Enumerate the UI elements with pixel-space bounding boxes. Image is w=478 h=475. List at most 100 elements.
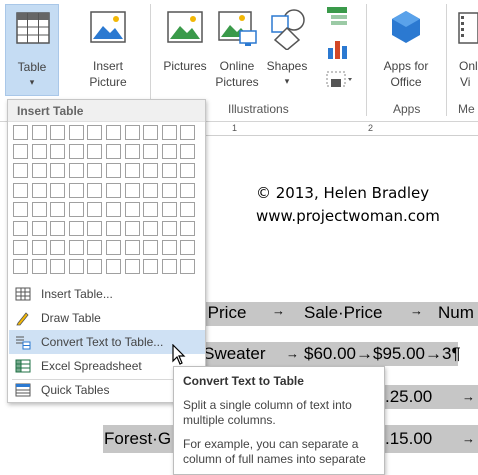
grid-cell[interactable] [13, 259, 28, 275]
grid-cell[interactable] [50, 221, 66, 236]
menu-item-insert-table[interactable]: Insert Table... [9, 282, 205, 306]
grid-cell[interactable] [161, 125, 177, 140]
grid-cell[interactable] [31, 201, 47, 217]
grid-cell[interactable] [143, 182, 159, 198]
grid-cell[interactable] [87, 163, 103, 179]
grid-cell[interactable] [31, 240, 47, 256]
grid-cell[interactable] [106, 163, 121, 179]
grid-cell[interactable] [31, 144, 47, 160]
grid-cell[interactable] [106, 144, 121, 160]
grid-cell[interactable] [161, 201, 177, 217]
grid-cell[interactable] [124, 182, 140, 198]
grid-cell[interactable] [143, 221, 159, 236]
grid-cell[interactable] [68, 240, 84, 256]
grid-cell[interactable] [50, 259, 66, 275]
grid-cell[interactable] [87, 125, 103, 140]
grid-cell[interactable] [31, 259, 47, 275]
online-pictures-button[interactable]: Online Pictures [212, 0, 262, 96]
grid-cell[interactable] [180, 125, 196, 140]
screenshot-button[interactable] [324, 70, 356, 94]
grid-cell[interactable] [31, 221, 47, 236]
grid-cell[interactable] [13, 144, 28, 160]
grid-cell[interactable] [50, 240, 66, 256]
grid-cell[interactable] [180, 259, 196, 275]
grid-cell[interactable] [31, 163, 47, 179]
grid-cell[interactable] [13, 221, 28, 236]
grid-cell[interactable] [180, 144, 196, 160]
grid-cell[interactable] [68, 144, 84, 160]
shapes-button[interactable]: Shapes ▾ [264, 0, 310, 96]
insert-picture-button[interactable]: Insert Picture [78, 0, 138, 96]
grid-cell[interactable] [143, 144, 159, 160]
grid-cell[interactable] [180, 163, 196, 179]
menu-item-label: Excel Spreadsheet [41, 359, 142, 373]
grid-cell[interactable] [161, 163, 177, 179]
grid-cell[interactable] [13, 125, 28, 140]
grid-cell[interactable] [106, 201, 121, 217]
grid-cell[interactable] [124, 125, 140, 140]
grid-cell[interactable] [13, 201, 28, 217]
grid-cell[interactable] [124, 240, 140, 256]
grid-cell[interactable] [50, 144, 66, 160]
grid-cell[interactable] [161, 259, 177, 275]
grid-cell[interactable] [180, 240, 196, 256]
chart-button[interactable] [324, 38, 350, 64]
grid-cell[interactable] [87, 240, 103, 256]
pictures-button[interactable]: Pictures [160, 0, 210, 96]
grid-cell[interactable] [87, 201, 103, 217]
table-button[interactable]: Table ▾ [5, 4, 59, 96]
grid-cell[interactable] [161, 182, 177, 198]
grid-cell[interactable] [161, 240, 177, 256]
grid-cell[interactable] [87, 259, 103, 275]
grid-cell[interactable] [50, 125, 66, 140]
grid-cell[interactable] [143, 163, 159, 179]
grid-cell[interactable] [124, 163, 140, 179]
grid-cell[interactable] [180, 201, 196, 217]
grid-cell[interactable] [143, 201, 159, 217]
grid-cell[interactable] [68, 201, 84, 217]
grid-cell[interactable] [106, 221, 121, 236]
apps-for-office-button[interactable]: Apps for Office [376, 0, 436, 96]
grid-cell[interactable] [68, 182, 84, 198]
tab-arrow: → [462, 389, 475, 404]
grid-cell[interactable] [87, 182, 103, 198]
grid-cell[interactable] [124, 144, 140, 160]
grid-cell[interactable] [68, 221, 84, 236]
grid-cell[interactable] [143, 259, 159, 275]
grid-cell[interactable] [50, 201, 66, 217]
grid-cell[interactable] [68, 259, 84, 275]
grid-cell[interactable] [68, 125, 84, 140]
grid-cell[interactable] [124, 259, 140, 275]
grid-cell[interactable] [161, 221, 177, 236]
mouse-cursor-icon [172, 344, 186, 365]
online-pictures-label-2: Pictures [215, 75, 259, 89]
group-separator [366, 4, 367, 116]
grid-cell[interactable] [106, 259, 121, 275]
grid-cell[interactable] [87, 144, 103, 160]
grid-cell[interactable] [87, 221, 103, 236]
smartart-button[interactable] [324, 6, 350, 32]
ruler[interactable]: 1 2 [205, 122, 478, 136]
grid-cell[interactable] [124, 201, 140, 217]
grid-cell[interactable] [106, 182, 121, 198]
grid-cell[interactable] [13, 182, 28, 198]
doc-text-sale-price: Sale·Price [304, 303, 383, 322]
copyright-text: © 2013, Helen Bradley www.projectwoman.c… [256, 182, 440, 228]
grid-cell[interactable] [124, 221, 140, 236]
online-video-button[interactable]: Onl Vi [452, 0, 478, 96]
grid-cell[interactable] [13, 240, 28, 256]
grid-cell[interactable] [180, 182, 196, 198]
grid-cell[interactable] [13, 163, 28, 179]
grid-cell[interactable] [106, 240, 121, 256]
grid-cell[interactable] [31, 182, 47, 198]
menu-item-draw-table[interactable]: Draw Table [9, 306, 205, 330]
grid-cell[interactable] [180, 221, 196, 236]
grid-cell[interactable] [68, 163, 84, 179]
grid-cell[interactable] [50, 182, 66, 198]
grid-cell[interactable] [143, 240, 159, 256]
grid-cell[interactable] [106, 125, 121, 140]
grid-cell[interactable] [143, 125, 159, 140]
grid-cell[interactable] [31, 125, 47, 140]
grid-cell[interactable] [161, 144, 177, 160]
grid-cell[interactable] [50, 163, 66, 179]
